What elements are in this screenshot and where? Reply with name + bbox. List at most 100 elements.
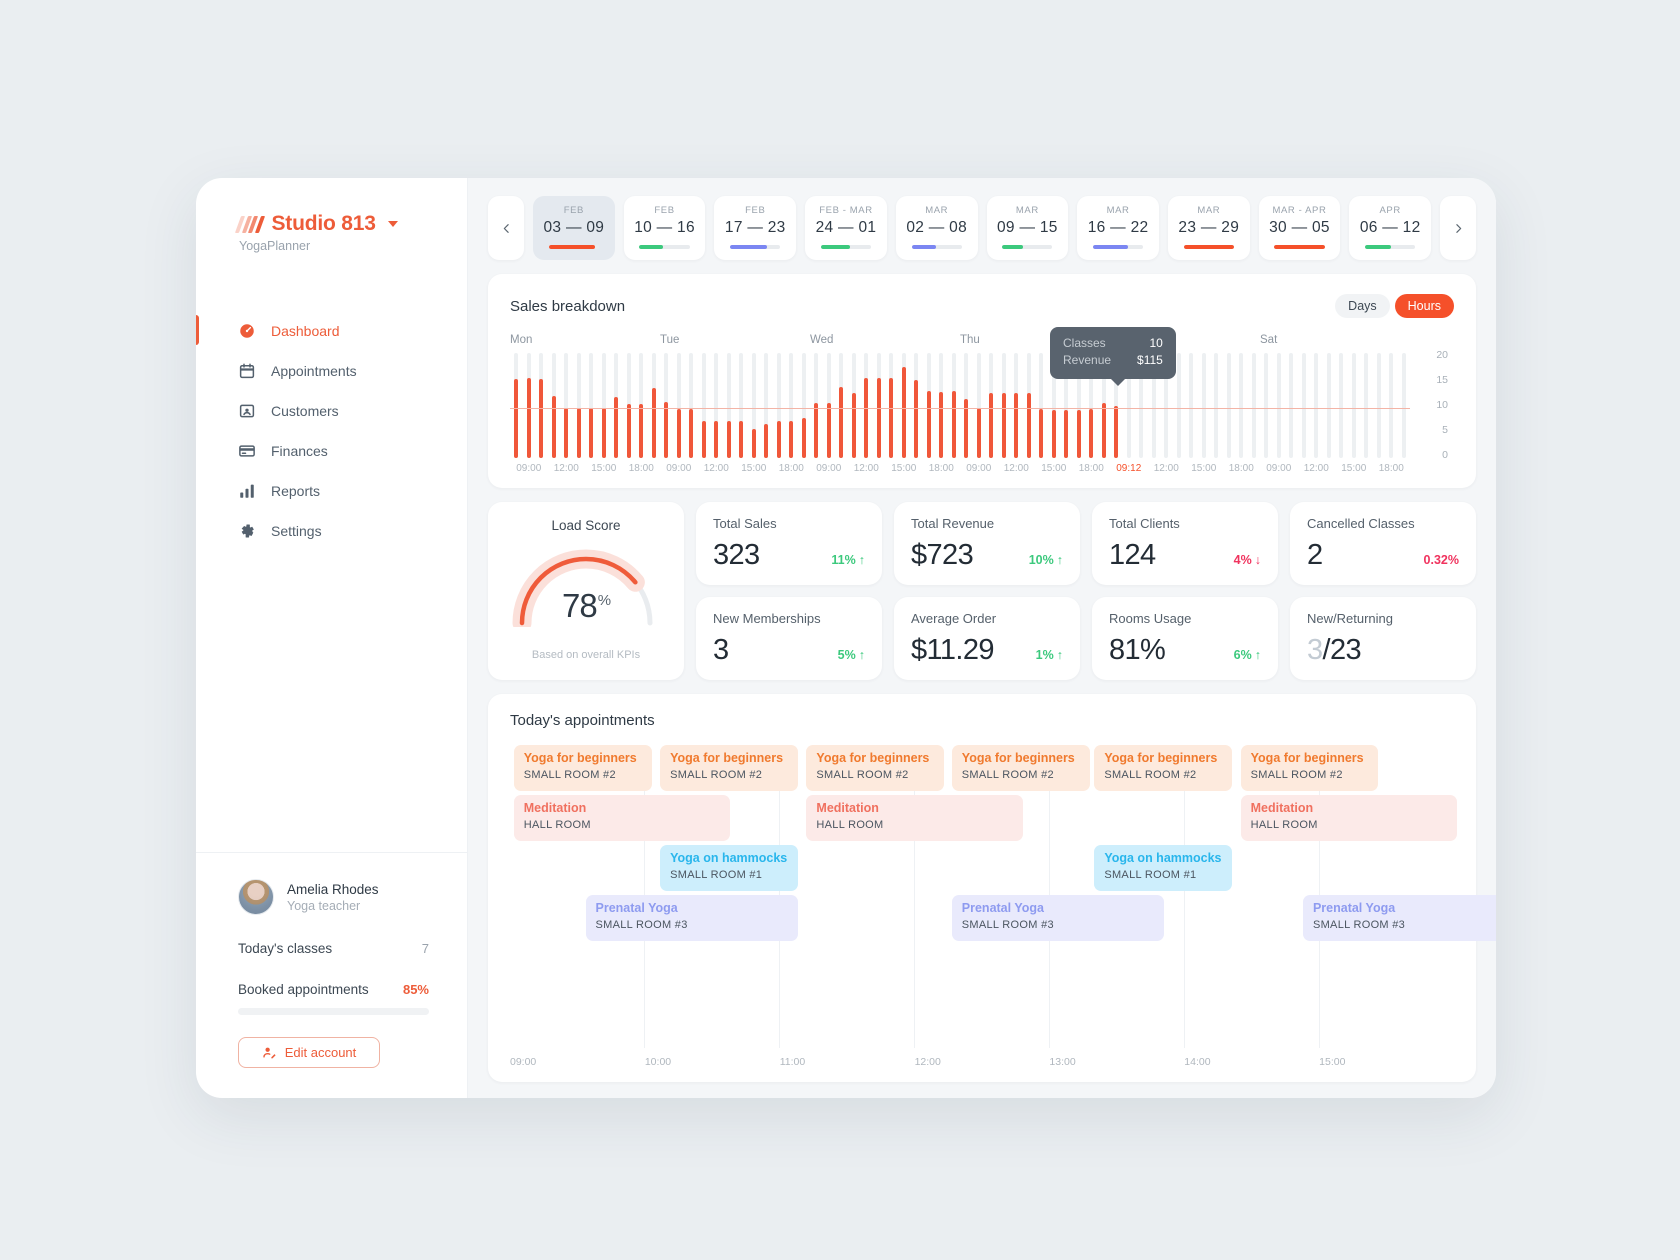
appointment-event[interactable]: Yoga for beginners SMALL ROOM #2 [1240, 745, 1379, 791]
chart-bar-slot[interactable] [548, 353, 561, 458]
sidebar-item-label: Dashboard [271, 322, 340, 339]
chevron-down-icon[interactable] [387, 221, 398, 227]
chart-bar-slot[interactable] [1385, 353, 1398, 458]
chart-bar-slot[interactable] [910, 353, 923, 458]
prev-week-button[interactable] [488, 196, 524, 260]
chart-bar-slot[interactable] [1210, 353, 1223, 458]
appointment-event[interactable]: Meditation HALL ROOM [806, 795, 1023, 841]
chart-bar-slot[interactable] [698, 353, 711, 458]
next-week-button[interactable] [1440, 196, 1476, 260]
appointment-event[interactable]: Yoga for beginners SMALL ROOM #2 [1094, 745, 1233, 791]
user-profile[interactable]: Amelia Rhodes Yoga teacher [238, 879, 429, 915]
chart-bar-slot[interactable] [860, 353, 873, 458]
chart-bar-slot[interactable] [885, 353, 898, 458]
chart-bar-slot[interactable] [798, 353, 811, 458]
chart-bar-slot[interactable] [985, 353, 998, 458]
chart-bar-slot[interactable] [1373, 353, 1386, 458]
sidebar-item-finances[interactable]: Finances [196, 431, 467, 470]
appointment-event[interactable]: Yoga for beginners SMALL ROOM #2 [951, 745, 1090, 791]
chart-bar-slot[interactable] [1035, 353, 1048, 458]
chart-bar-slot[interactable] [635, 353, 648, 458]
appointment-event[interactable]: Prenatal Yoga SMALL ROOM #3 [1302, 895, 1496, 941]
chart-bar-slot[interactable] [1010, 353, 1023, 458]
appointment-event[interactable]: Yoga on hammocks SMALL ROOM #1 [1094, 845, 1233, 891]
chart-bar-slot[interactable] [760, 353, 773, 458]
chart-bar-slot[interactable] [1285, 353, 1298, 458]
week-tab[interactable]: FEB 17 — 23 [714, 196, 797, 260]
toggle-hours[interactable]: Hours [1394, 294, 1454, 318]
chart-bar-slot[interactable] [1235, 353, 1248, 458]
chart-bar-slot[interactable] [1348, 353, 1361, 458]
chart-bar-slot[interactable] [810, 353, 823, 458]
appointment-event[interactable]: Yoga for beginners SMALL ROOM #2 [806, 745, 945, 791]
week-tab[interactable]: APR 06 — 12 [1349, 196, 1432, 260]
week-tab[interactable]: FEB 03 — 09 [533, 196, 615, 260]
chart-bar-slot[interactable] [523, 353, 536, 458]
chart-bar-slot[interactable] [1310, 353, 1323, 458]
chart-bar-slot[interactable] [1323, 353, 1336, 458]
chart-bar-slot[interactable] [710, 353, 723, 458]
chart-bar-slot[interactable] [1298, 353, 1311, 458]
appointment-event[interactable]: Meditation HALL ROOM [1240, 795, 1457, 841]
sidebar-item-customers[interactable]: Customers [196, 391, 467, 430]
chart-bar-slot[interactable] [923, 353, 936, 458]
week-tab[interactable]: MAR 02 — 08 [895, 196, 978, 260]
chart-bar-slot[interactable] [1198, 353, 1211, 458]
chart-bar-slot[interactable] [948, 353, 961, 458]
chart-bar-slot[interactable] [1335, 353, 1348, 458]
chart-bar-slot[interactable] [1185, 353, 1198, 458]
chart-bar-slot[interactable] [973, 353, 986, 458]
chart-bar-slot[interactable] [848, 353, 861, 458]
chart-bar-slot[interactable] [998, 353, 1011, 458]
chart-bar-slot[interactable] [723, 353, 736, 458]
chart-bar-slot[interactable] [1023, 353, 1036, 458]
appointment-event[interactable]: Yoga on hammocks SMALL ROOM #1 [660, 845, 798, 891]
chart-bar-slot[interactable] [873, 353, 886, 458]
week-tab[interactable]: FEB 10 — 16 [623, 196, 706, 260]
appointment-event[interactable]: Yoga for beginners SMALL ROOM #2 [660, 745, 798, 791]
chart-bar-slot[interactable] [823, 353, 836, 458]
chart-bar-slot[interactable] [735, 353, 748, 458]
chart-bar-slot[interactable] [1360, 353, 1373, 458]
chart-bar-slot[interactable] [685, 353, 698, 458]
chart-bar-slot[interactable] [898, 353, 911, 458]
chart-bar-slot[interactable] [610, 353, 623, 458]
chart-bar-slot[interactable] [748, 353, 761, 458]
sidebar-item-reports[interactable]: Reports [196, 471, 467, 510]
chart-bar-slot[interactable] [573, 353, 586, 458]
chart-bar-slot[interactable] [835, 353, 848, 458]
chart-bar-slot[interactable] [623, 353, 636, 458]
chart-bar-slot[interactable] [1260, 353, 1273, 458]
chart-bar-slot[interactable] [598, 353, 611, 458]
chart-bar-slot[interactable] [660, 353, 673, 458]
chart-bar-slot[interactable] [585, 353, 598, 458]
chart-bar-slot[interactable] [1223, 353, 1236, 458]
chart-bar-slot[interactable] [510, 353, 523, 458]
chart-bar-slot[interactable] [535, 353, 548, 458]
sidebar-item-dashboard[interactable]: Dashboard [196, 311, 467, 350]
week-tab[interactable]: MAR 23 — 29 [1167, 196, 1250, 260]
chart-bar-slot[interactable] [673, 353, 686, 458]
chart-bar-slot[interactable] [1273, 353, 1286, 458]
edit-account-button[interactable]: Edit account [238, 1037, 380, 1068]
chart-bar-slot[interactable] [773, 353, 786, 458]
sidebar-item-appointments[interactable]: Appointments [196, 351, 467, 390]
week-tab[interactable]: MAR 09 — 15 [986, 196, 1069, 260]
chart-bar-slot[interactable] [935, 353, 948, 458]
chart-bar-slot[interactable] [785, 353, 798, 458]
appointment-event[interactable]: Prenatal Yoga SMALL ROOM #3 [585, 895, 798, 941]
toggle-days[interactable]: Days [1335, 294, 1390, 318]
appointment-event[interactable]: Prenatal Yoga SMALL ROOM #3 [951, 895, 1165, 941]
chart-bar-slot[interactable] [560, 353, 573, 458]
chart-bar-slot[interactable] [648, 353, 661, 458]
week-tab[interactable]: FEB - MAR 24 — 01 [805, 196, 887, 260]
appointment-event[interactable]: Yoga for beginners SMALL ROOM #2 [513, 745, 652, 791]
sidebar-item-settings[interactable]: Settings [196, 511, 467, 550]
chart-bar-slot[interactable] [1398, 353, 1411, 458]
brand-switcher[interactable]: Studio 813 [234, 212, 467, 236]
week-tab[interactable]: MAR 16 — 22 [1077, 196, 1159, 260]
chart-bar-slot[interactable] [1248, 353, 1261, 458]
appointment-event[interactable]: Meditation HALL ROOM [513, 795, 730, 841]
week-tab[interactable]: MAR - APR 30 — 05 [1258, 196, 1341, 260]
chart-bar-slot[interactable] [960, 353, 973, 458]
